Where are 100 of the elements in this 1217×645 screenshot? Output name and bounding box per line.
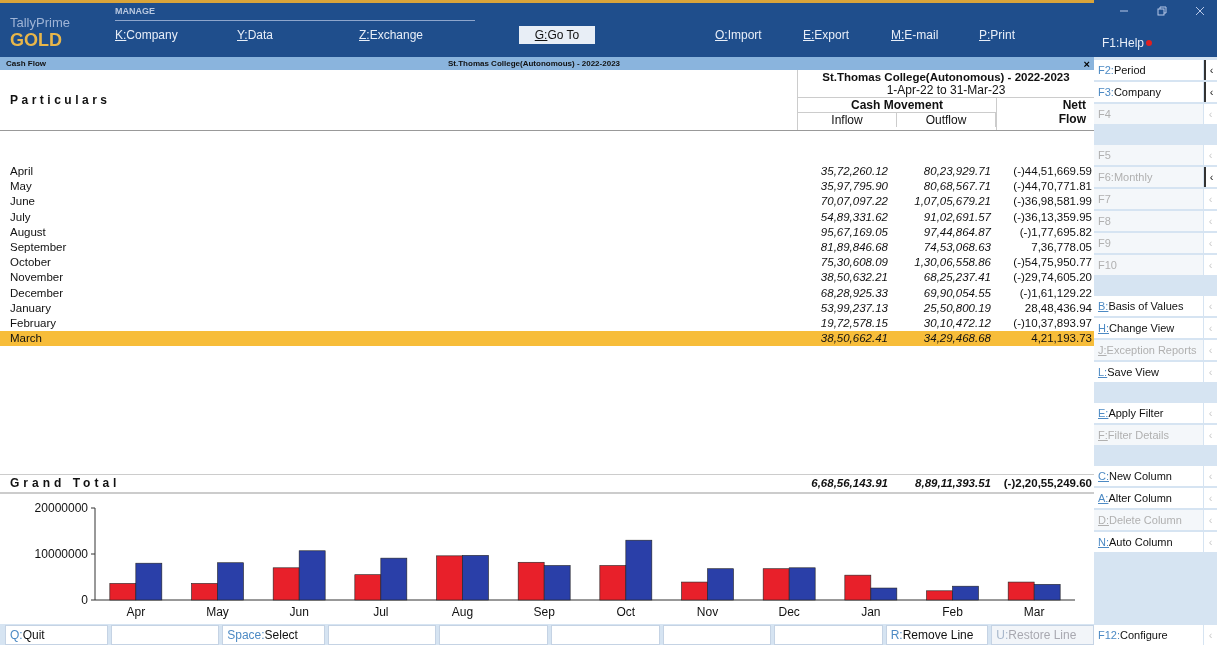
caret-button[interactable]: ‹ — [1204, 60, 1217, 80]
x-tick-label: Mar — [1023, 605, 1045, 619]
outflow-cell-text: 34,29,468.68 — [922, 331, 992, 347]
x-tick-label: Aug — [451, 605, 474, 619]
nett-cell-text: (-)44,51,669.59 — [1012, 164, 1093, 179]
nett-cell-text: 4,21,193.73 — [1030, 331, 1093, 347]
company-name: St.Thomas College(Autonomous) - 2022-2023 — [821, 71, 1071, 83]
column-heading: Outflow — [897, 113, 996, 127]
outflow-cell-text: 80,68,567.71 — [922, 179, 992, 195]
menu-item[interactable]: M:E-mail — [891, 26, 979, 44]
outflow-cell-text: 68,25,237.41 — [922, 270, 992, 286]
outflow-cell-text: 25,50,800.19 — [922, 300, 992, 316]
inflow-cell-text: 68,28,925.33 — [819, 285, 889, 301]
status-dot-icon — [1146, 40, 1153, 46]
side-button[interactable]: F3:Company — [1094, 82, 1203, 102]
side-button[interactable]: N:Auto Column — [1094, 532, 1203, 552]
y-tick-label: 10000000 — [34, 547, 88, 561]
report-row[interactable]: January 53,99,237.13 25,50,800.19 28,48,436.94 — [0, 300, 1094, 316]
outflow-cell-text: 74,53,068.63 — [922, 239, 992, 255]
month-cell-text: January — [9, 300, 52, 316]
bottom-action-button[interactable]: R:Remove Line — [885, 625, 989, 645]
report-row[interactable]: March 38,50,662.41 34,29,468.68 4,21,193.73 — [0, 331, 1094, 347]
app-name: TallyPrime — [10, 15, 71, 30]
outflow-cell-text: 80,23,929.71 — [922, 164, 992, 179]
x-tick-label: Jun — [289, 605, 309, 619]
company-title: St.Thomas College(Autonomous) - 2022-2023 — [448, 59, 622, 68]
report-row[interactable]: October 75,30,608.09 1,30,06,558.86 (-)54,75,950.77 — [0, 255, 1094, 271]
report-row[interactable]: July 54,89,331.62 91,02,691.57 (-)36,13,359.95 — [0, 209, 1094, 225]
nett-cell-text: (-)1,61,129.22 — [1018, 285, 1093, 301]
grand-total-label: Grand Total — [9, 475, 122, 492]
nett-cell-text: (-)54,75,950.77 — [1012, 255, 1093, 271]
outflow-cell-text: 69,90,054.55 — [922, 285, 992, 301]
help-button[interactable]: F1:Help — [1102, 36, 1145, 50]
inflow-cell-text: 95,67,169.05 — [819, 224, 889, 240]
nett-cell-text: 7,36,778.05 — [1030, 239, 1093, 255]
inflow-cell-text: 53,99,237.13 — [819, 300, 889, 316]
menu-item[interactable]: Y:Data — [237, 26, 359, 44]
close-icon[interactable] — [1195, 6, 1205, 16]
outflow-cell-text: 1,30,06,558.86 — [913, 255, 992, 271]
close-button[interactable]: × — [1083, 58, 1090, 69]
report-row[interactable]: November 38,50,632.21 68,25,237.41 (-)29,74,605.20 — [0, 270, 1094, 286]
month-cell-text: May — [9, 179, 33, 195]
report-title: Cash Flow — [6, 59, 47, 68]
side-button[interactable]: E:Apply Filter — [1094, 403, 1203, 423]
side-button[interactable]: C:New Column — [1094, 466, 1203, 486]
report-row[interactable]: April 35,72,260.12 80,23,929.71 (-)44,51,669.59 — [0, 164, 1094, 180]
nett-cell-text: (-)36,13,359.95 — [1012, 209, 1093, 225]
month-cell-text: August — [9, 224, 47, 240]
x-tick-label: Jan — [861, 605, 881, 619]
x-tick-label: Jul — [373, 605, 389, 619]
configure-button[interactable]: F12:Configure — [1094, 625, 1203, 645]
y-tick-label: 0 — [81, 593, 88, 607]
y-tick-label: 20000000 — [34, 501, 88, 515]
total-outflow-cell-text: 8,89,11,393.51 — [914, 476, 992, 491]
inflow-cell-text: 70,07,097.22 — [819, 194, 889, 210]
inflow-cell-text: 38,50,632.21 — [819, 270, 889, 286]
restore-icon[interactable] — [1157, 6, 1167, 16]
report-row[interactable]: February 19,72,578.15 30,10,472.12 (-)10,37,893.97 — [0, 315, 1094, 332]
outflow-cell-text: 97,44,864.87 — [922, 224, 992, 240]
column-heading: Flow — [1058, 112, 1086, 126]
nett-cell-text: (-)1,77,695.82 — [1018, 224, 1093, 240]
side-button[interactable]: L:Save View — [1094, 362, 1203, 382]
outflow-cell-text: 91,02,691.57 — [922, 209, 992, 225]
x-tick-label: Sep — [533, 605, 555, 619]
month-cell-text: October — [9, 255, 52, 271]
side-button[interactable]: B:Basis of Values — [1094, 296, 1203, 316]
column-group-heading: Cash Movement — [798, 98, 996, 113]
report-row[interactable]: May 35,97,795.90 80,68,567.71 (-)44,70,771.81 — [0, 179, 1094, 195]
month-cell-text: February — [9, 315, 58, 331]
menu-item[interactable]: E:Export — [803, 26, 891, 44]
nett-cell-text: 28,48,436.94 — [1023, 300, 1093, 316]
report-row[interactable]: August 95,67,169.05 97,44,864.87 (-)1,77,695.82 — [0, 224, 1094, 240]
total-inflow-cell-text: 6,68,56,143.91 — [810, 476, 889, 491]
period-label: 1-Apr-22 to 31-Mar-23 — [885, 83, 1007, 97]
side-button[interactable]: H:Change View — [1094, 318, 1203, 338]
column-heading: Nett — [1062, 98, 1086, 112]
particulars-heading: Particulars — [9, 93, 112, 107]
report-row[interactable]: September 81,89,846.68 74,53,068.63 7,36,778.05 — [0, 239, 1094, 256]
bottom-action-button[interactable]: Q:Quit — [5, 625, 108, 645]
menu-item[interactable]: K:Company — [115, 26, 237, 44]
month-cell-text: November — [9, 270, 65, 286]
menu-item[interactable]: P:Print — [979, 26, 1067, 44]
month-cell-text: March — [9, 331, 43, 347]
x-tick-label: May — [206, 605, 229, 619]
inflow-cell-text: 54,89,331.62 — [819, 209, 889, 225]
x-tick-label: Nov — [696, 605, 719, 619]
report-row[interactable]: June 70,07,097.22 1,07,05,679.21 (-)36,98,581.99 — [0, 194, 1094, 210]
caret-button[interactable]: ‹ — [1204, 82, 1217, 102]
menu-item[interactable]: O:Import — [715, 26, 803, 44]
side-button[interactable]: F2:Period — [1094, 60, 1203, 80]
inflow-cell-text: 19,72,578.15 — [819, 315, 889, 331]
inflow-cell-text: 35,97,795.90 — [819, 179, 889, 195]
side-button[interactable]: A:Alter Column — [1094, 488, 1203, 508]
month-cell-text: June — [9, 194, 36, 210]
menu-item[interactable]: Z:Exchange — [359, 26, 519, 44]
inflow-cell-text: 81,89,846.68 — [819, 239, 889, 255]
menu-item[interactable]: G:Go To — [519, 26, 595, 44]
month-cell-text: September — [9, 239, 68, 255]
report-row[interactable]: December 68,28,925.33 69,90,054.55 (-)1,61,129.22 — [0, 285, 1094, 301]
bottom-action-button[interactable]: Space:Select — [222, 625, 325, 645]
